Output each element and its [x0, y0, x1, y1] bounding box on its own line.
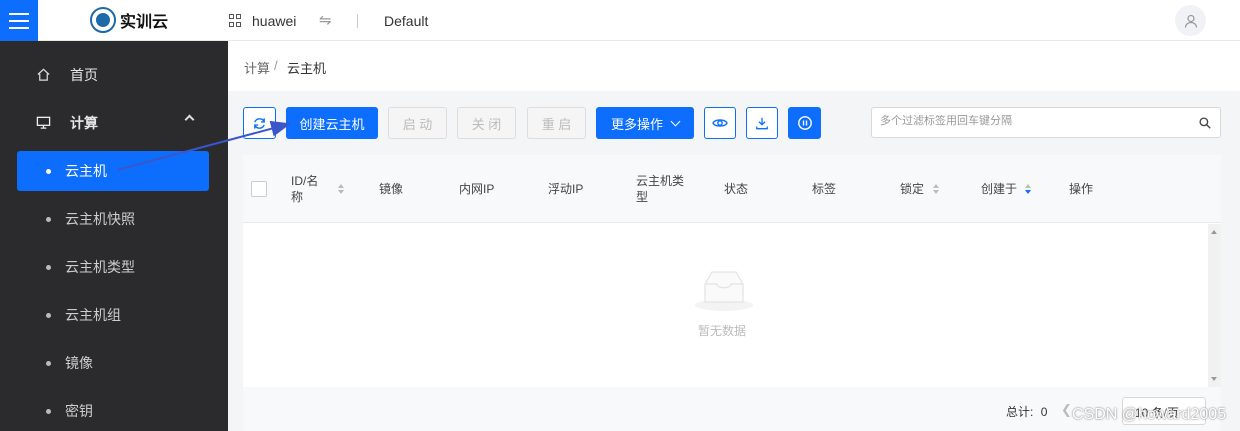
grid-icon — [229, 14, 242, 27]
sidebar-item-home[interactable]: 首页 — [0, 51, 228, 99]
eye-icon — [712, 119, 728, 127]
sidebar-item-keypairs[interactable]: 密钥 — [17, 391, 209, 431]
sidebar-item-server-groups[interactable]: 云主机组 — [17, 295, 209, 335]
create-instance-button[interactable]: 创建云主机 — [286, 107, 378, 139]
sidebar-item-flavors[interactable]: 云主机类型 — [17, 247, 209, 287]
region-name[interactable]: Default — [384, 13, 428, 29]
column-header-floating-ip: 浮动IP — [548, 182, 584, 196]
column-header-flavor: 云主机类 型 — [636, 174, 685, 204]
top-bar: 实训云 huawei ⇋ Default — [0, 0, 1240, 41]
download-button[interactable] — [746, 107, 778, 139]
breadcrumb-item[interactable]: 计算 — [244, 58, 270, 77]
refresh-icon — [254, 117, 265, 129]
user-icon — [1184, 14, 1197, 28]
search-input-wrapper — [871, 107, 1221, 138]
sidebar-item-label: 云主机类型 — [65, 259, 135, 275]
table-body: 暂无数据 — [243, 224, 1221, 387]
breadcrumb: 计算 / 云主机 — [228, 41, 1240, 91]
sidebar-item-label: 密钥 — [65, 403, 93, 419]
sidebar-item-label: 计算 — [70, 115, 98, 131]
empty-inbox-icon — [695, 271, 753, 311]
search-input[interactable] — [880, 115, 1190, 127]
sidebar-item-label: 云主机组 — [65, 307, 121, 323]
download-icon — [756, 117, 768, 130]
sidebar-item-label: 云主机 — [65, 163, 107, 179]
vertical-scrollbar[interactable] — [1208, 224, 1221, 387]
sort-icon[interactable] — [338, 184, 345, 196]
sidebar-item-label: 首页 — [70, 67, 98, 83]
column-header-image: 镜像 — [379, 182, 404, 196]
sidebar-item-label: 镜像 — [65, 355, 93, 371]
swap-icon[interactable]: ⇋ — [319, 11, 332, 29]
chevron-down-icon — [670, 116, 681, 126]
start-button[interactable]: 启 动 — [388, 107, 447, 139]
breadcrumb-current: 云主机 — [287, 61, 327, 76]
scroll-down-icon[interactable] — [1211, 377, 1217, 381]
column-header-locked[interactable]: 锁定 — [900, 181, 924, 197]
more-actions-dropdown[interactable]: 更多操作 — [596, 107, 694, 139]
scroll-up-icon[interactable] — [1211, 230, 1217, 234]
logo-icon — [90, 7, 116, 33]
power-icon — [797, 116, 812, 130]
logo: 实训云 — [90, 7, 168, 33]
sidebar: 首页 计算 云主机 云主机快照 云主机类型 云主机组 镜像 密钥 — [0, 41, 228, 431]
power-button[interactable] — [788, 107, 821, 139]
project-name[interactable]: huawei — [252, 13, 296, 29]
divider — [357, 14, 358, 28]
chevron-up-icon[interactable] — [184, 114, 195, 125]
column-header-actions: 操作 — [1069, 182, 1094, 196]
select-all-checkbox[interactable] — [251, 181, 267, 197]
toggle-columns-button[interactable] — [704, 107, 736, 139]
stop-button[interactable]: 关 闭 — [457, 107, 516, 139]
instances-table: ID/名 称 镜像 内网IP 浮动IP 云主机类 型 状态 标签 锁定 创建于 … — [243, 155, 1221, 431]
total-count: 总计: 0 — [1006, 405, 1048, 419]
logo-text: 实训云 — [120, 12, 169, 31]
column-header-id-name[interactable]: ID/名 称 — [291, 173, 318, 205]
sidebar-item-label: 云主机快照 — [65, 211, 135, 227]
refresh-button[interactable] — [243, 107, 276, 139]
table-header: ID/名 称 镜像 内网IP 浮动IP 云主机类 型 状态 标签 锁定 创建于 … — [243, 155, 1221, 223]
breadcrumb-separator: / — [274, 58, 278, 73]
hamburger-menu-button[interactable] — [0, 0, 38, 41]
more-actions-label: 更多操作 — [610, 116, 663, 132]
sidebar-item-snapshots[interactable]: 云主机快照 — [17, 199, 209, 239]
home-icon — [37, 68, 50, 81]
sort-icon[interactable] — [933, 184, 940, 196]
column-header-created[interactable]: 创建于 — [981, 181, 1017, 197]
watermark: CSDN @howard2005 — [1072, 406, 1227, 423]
column-header-private-ip: 内网IP — [459, 182, 495, 196]
monitor-icon — [36, 116, 51, 129]
sidebar-item-images[interactable]: 镜像 — [17, 343, 209, 383]
sidebar-item-instances[interactable]: 云主机 — [17, 151, 209, 191]
chevron-left-icon[interactable]: ❮ — [1061, 402, 1072, 418]
column-header-tags: 标签 — [812, 182, 837, 196]
restart-button[interactable]: 重 启 — [527, 107, 586, 139]
sort-desc-icon[interactable] — [1025, 184, 1032, 196]
user-avatar[interactable] — [1175, 5, 1206, 36]
main-content: 计算 / 云主机 创建云主机 启 动 关 闭 重 启 更多操作 多个过滤标签用回… — [228, 41, 1240, 431]
column-header-status: 状态 — [724, 182, 749, 196]
search-icon[interactable] — [1199, 117, 1211, 129]
empty-text: 暂无数据 — [698, 324, 747, 338]
sidebar-item-compute[interactable]: 计算 — [0, 99, 228, 147]
